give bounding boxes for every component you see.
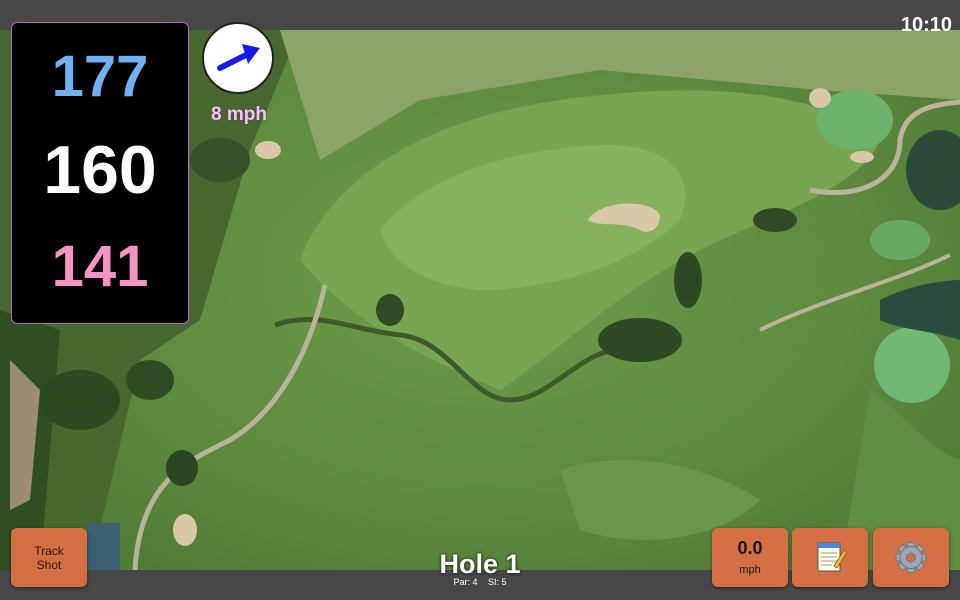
notes-button[interactable] <box>792 528 868 587</box>
wind-indicator <box>202 22 274 94</box>
distance-front: 141 <box>51 234 149 299</box>
hole-title: Hole 1 <box>439 549 521 579</box>
speed-value: 0.0 <box>737 538 763 558</box>
track-shot-label: Track Shot <box>34 544 64 572</box>
distance-panel: 177 160 141 <box>11 22 189 324</box>
settings-button[interactable] <box>873 528 949 587</box>
notepad-icon <box>817 542 848 572</box>
clock: 10:10 <box>900 14 952 36</box>
speed-button[interactable]: 0.0 mph <box>712 528 788 587</box>
hole-stroke-index: SI: 5 <box>488 577 507 587</box>
arrow-icon <box>217 44 260 71</box>
track-shot-button[interactable]: Track Shot <box>11 528 87 587</box>
hole-par: Par: 4 <box>453 577 478 587</box>
wind-speed: 8 mph <box>211 104 267 125</box>
distance-back: 177 <box>51 44 149 109</box>
distance-middle: 160 <box>43 132 157 208</box>
hole-meta: Par: 4 SI: 5 <box>380 577 580 587</box>
speed-unit: mph <box>739 564 761 576</box>
gear-icon <box>895 542 927 573</box>
